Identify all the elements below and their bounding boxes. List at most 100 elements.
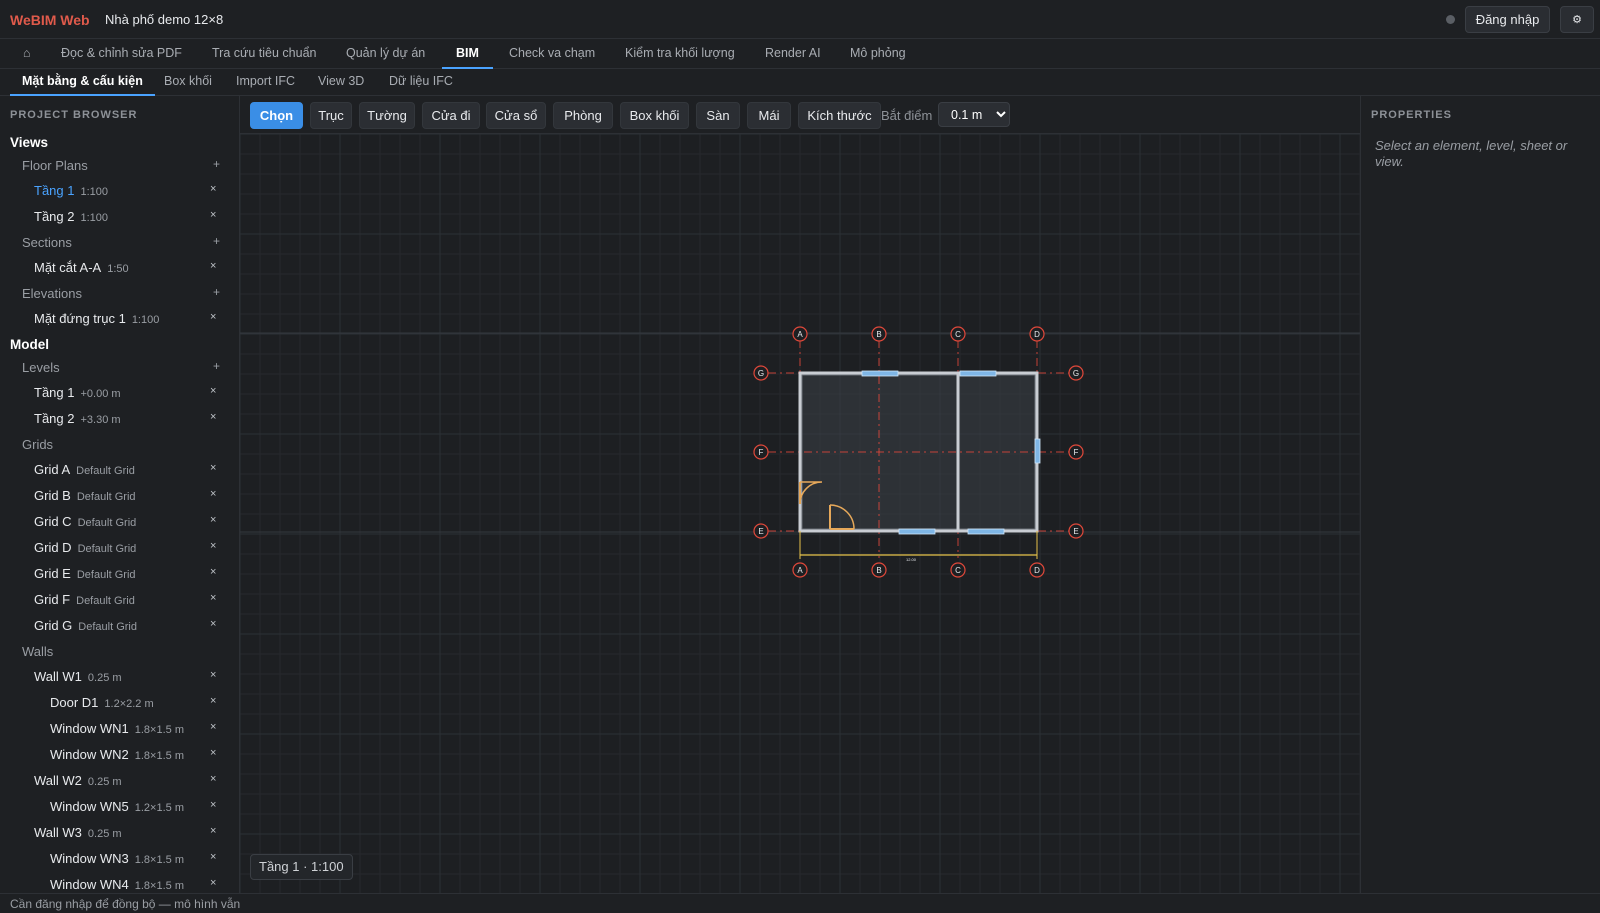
tree-subitem[interactable]: Door D1 1.2×2.2 m × — [0, 692, 239, 716]
properties-title: PROPERTIES — [1371, 109, 1452, 121]
tool-floor-button[interactable]: Sàn — [696, 102, 740, 129]
home-icon[interactable]: ⌂ — [23, 39, 31, 69]
nav-item-quantity[interactable]: Kiểm tra khối lượng — [625, 39, 735, 69]
tree-item-label: Tầng 2 +3.30 m — [34, 411, 121, 426]
tree-item-meta: 0.25 m — [87, 672, 122, 684]
tree-item[interactable]: Grid E Default Grid × — [0, 563, 239, 587]
tree-item[interactable]: Wall W1 0.25 m × — [0, 666, 239, 690]
add-icon[interactable]: + — [213, 157, 220, 171]
delete-icon[interactable]: × — [210, 260, 216, 272]
tree-item[interactable]: Tầng 1 +0.00 m × — [0, 382, 239, 406]
snap-select[interactable]: 0.1 m — [938, 102, 1010, 127]
tree-group[interactable]: Elevations + — [0, 283, 239, 307]
tree-item[interactable]: Tầng 1 1:100 × — [0, 180, 239, 204]
grid-bubble-label: G — [1073, 369, 1079, 378]
delete-icon[interactable]: × — [210, 183, 216, 195]
tree-item-label: Door D1 1.2×2.2 m — [50, 695, 154, 710]
tree-item[interactable]: Tầng 2 1:100 × — [0, 206, 239, 230]
tree-item[interactable]: Wall W2 0.25 m × — [0, 770, 239, 794]
tree-group[interactable]: Grids — [0, 434, 239, 458]
tree-subitem[interactable]: Window WN2 1.8×1.5 m × — [0, 744, 239, 768]
tree-item-meta: 1.2×1.5 m — [134, 802, 184, 814]
delete-icon[interactable]: × — [210, 747, 216, 759]
tree-subitem[interactable]: Window WN4 1.8×1.5 m × — [0, 874, 239, 893]
tree-subitem[interactable]: Window WN3 1.8×1.5 m × — [0, 848, 239, 872]
add-icon[interactable]: + — [213, 285, 220, 299]
tree-item[interactable]: Grid C Default Grid × — [0, 511, 239, 535]
tool-door-button[interactable]: Cửa đi — [422, 102, 480, 129]
tool-select-button[interactable]: Chọn — [250, 102, 303, 129]
tree-item[interactable]: Tầng 2 +3.30 m × — [0, 408, 239, 432]
delete-icon[interactable]: × — [210, 695, 216, 707]
delete-icon[interactable]: × — [210, 385, 216, 397]
tool-box-button[interactable]: Box khối — [620, 102, 689, 129]
tree-item-label: Grid F Default Grid — [34, 592, 135, 607]
delete-icon[interactable]: × — [210, 773, 216, 785]
tool-wall-button[interactable]: Tường — [359, 102, 415, 129]
tab-box-massing[interactable]: Box khối — [164, 69, 212, 96]
delete-icon[interactable]: × — [210, 411, 216, 423]
tree-group-label: Levels — [22, 360, 60, 375]
nav-item-pdf[interactable]: Đọc & chỉnh sửa PDF — [61, 39, 182, 69]
delete-icon[interactable]: × — [210, 209, 216, 221]
delete-icon[interactable]: × — [210, 721, 216, 733]
delete-icon[interactable]: × — [210, 514, 216, 526]
tab-import-ifc[interactable]: Import IFC — [236, 69, 295, 96]
login-button[interactable]: Đăng nhập — [1465, 6, 1550, 33]
nav-item-simulation[interactable]: Mô phỏng — [850, 39, 906, 69]
tool-roof-button[interactable]: Mái — [747, 102, 791, 129]
tool-dimension-button[interactable]: Kích thước — [798, 102, 881, 129]
floor-plan-drawing[interactable]: A A B B C C D D G G F F E E 12.00 — [240, 134, 1360, 893]
tree-item[interactable]: Grid B Default Grid × — [0, 485, 239, 509]
nav-item-standards[interactable]: Tra cứu tiêu chuẩn — [212, 39, 317, 69]
tree-group[interactable]: Walls — [0, 641, 239, 665]
tree-item[interactable]: Grid G Default Grid × — [0, 615, 239, 639]
tree-item[interactable]: Grid A Default Grid × — [0, 459, 239, 483]
grid-bubble-label: G — [758, 369, 764, 378]
delete-icon[interactable]: × — [210, 851, 216, 863]
delete-icon[interactable]: × — [210, 592, 216, 604]
tree-group[interactable]: Levels + — [0, 357, 239, 381]
tree-section[interactable]: Model — [0, 334, 239, 358]
tree-group[interactable]: Floor Plans + — [0, 155, 239, 179]
tree-group[interactable]: Sections + — [0, 232, 239, 256]
delete-icon[interactable]: × — [210, 799, 216, 811]
tree-item-meta: Default Grid — [76, 491, 136, 503]
tree-item[interactable]: Grid F Default Grid × — [0, 589, 239, 613]
tool-window-button[interactable]: Cửa sổ — [486, 102, 546, 129]
tab-view-3d[interactable]: View 3D — [318, 69, 364, 96]
tree-item[interactable]: Mặt cắt A-A 1:50 × — [0, 257, 239, 281]
plan-canvas[interactable]: A A B B C C D D G G F F E E 12.00 Tầng 1 · 1:100 — [240, 134, 1360, 893]
tree-item[interactable]: Grid D Default Grid × — [0, 537, 239, 561]
settings-button[interactable]: ⚙ — [1560, 6, 1594, 33]
delete-icon[interactable]: × — [210, 540, 216, 552]
tree-subitem[interactable]: Window WN5 1.2×1.5 m × — [0, 796, 239, 820]
delete-icon[interactable]: × — [210, 462, 216, 474]
tree-item-label: Grid B Default Grid — [34, 488, 136, 503]
delete-icon[interactable]: × — [210, 488, 216, 500]
tree-item-meta: 1:100 — [80, 186, 109, 198]
tree-item[interactable]: Mặt đứng trục 1 1:100 × — [0, 308, 239, 332]
tree-subitem[interactable]: Window WN1 1.8×1.5 m × — [0, 718, 239, 742]
delete-icon[interactable]: × — [210, 311, 216, 323]
tab-floorplan-components[interactable]: Mặt bằng & cấu kiện — [10, 69, 155, 96]
tab-ifc-data[interactable]: Dữ liệu IFC — [389, 69, 453, 96]
window-symbol — [861, 370, 899, 377]
delete-icon[interactable]: × — [210, 566, 216, 578]
tool-grid-button[interactable]: Trục — [310, 102, 352, 129]
add-icon[interactable]: + — [213, 234, 220, 248]
nav-item-render-ai[interactable]: Render AI — [765, 39, 821, 69]
delete-icon[interactable]: × — [210, 877, 216, 889]
tree-item[interactable]: Wall W3 0.25 m × — [0, 822, 239, 846]
add-icon[interactable]: + — [213, 359, 220, 373]
nav-item-projects[interactable]: Quản lý dự án — [346, 39, 425, 69]
nav-item-bim[interactable]: BIM — [442, 39, 493, 69]
tree-section[interactable]: Views — [0, 132, 239, 156]
app-brand[interactable]: WeBIM Web — [10, 12, 90, 28]
dimension-text: 12.00 — [906, 557, 917, 562]
nav-item-clash[interactable]: Check va chạm — [509, 39, 595, 69]
delete-icon[interactable]: × — [210, 825, 216, 837]
delete-icon[interactable]: × — [210, 618, 216, 630]
tool-room-button[interactable]: Phòng — [553, 102, 613, 129]
delete-icon[interactable]: × — [210, 669, 216, 681]
